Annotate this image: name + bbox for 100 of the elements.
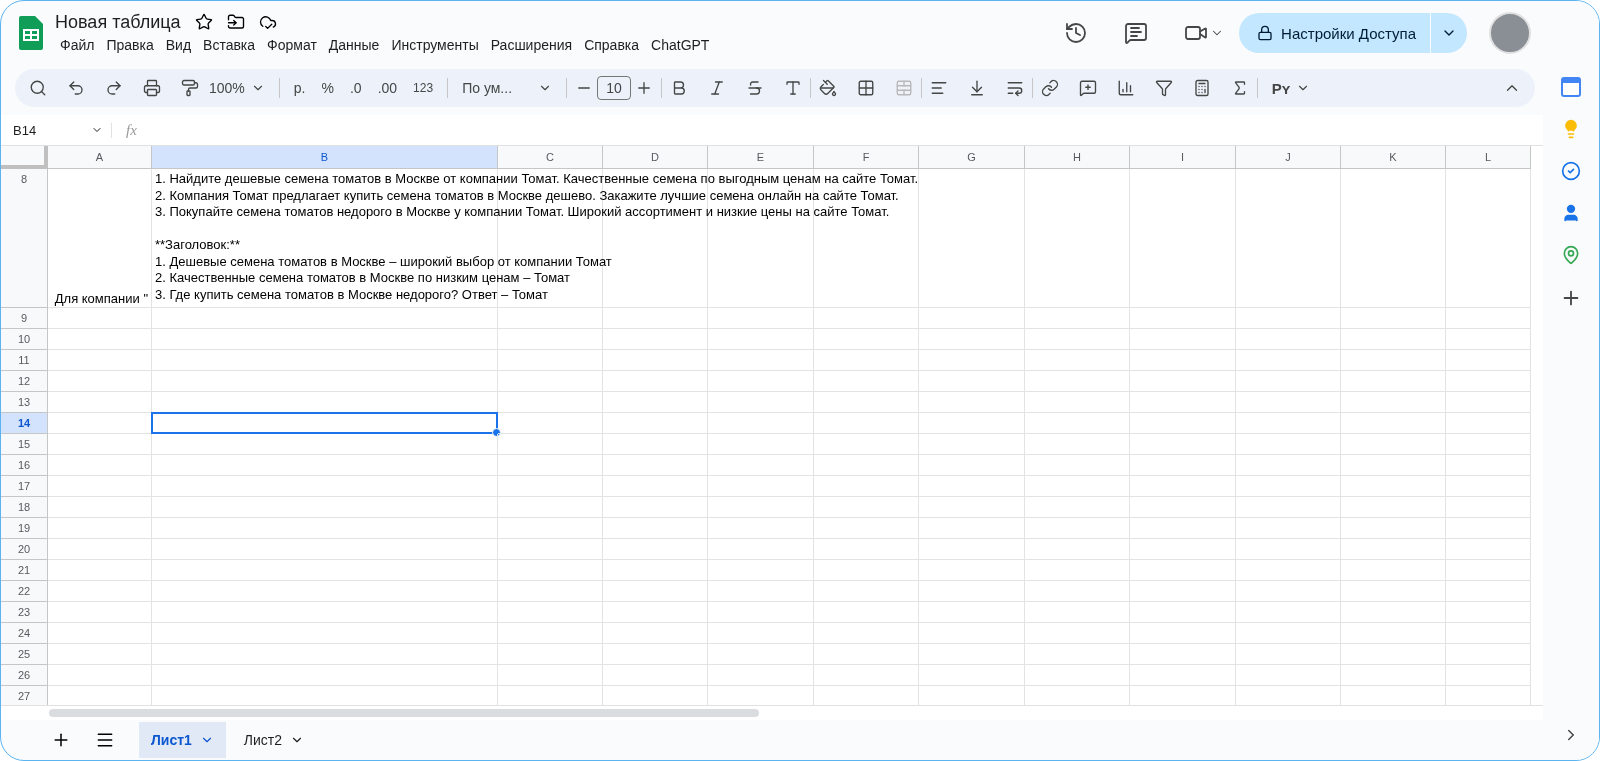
table-cell[interactable] (48, 392, 152, 413)
row-header[interactable]: 9 (1, 308, 48, 329)
table-cell[interactable] (603, 308, 708, 329)
table-cell[interactable] (1130, 476, 1236, 497)
table-cell[interactable] (1341, 623, 1446, 644)
table-cell[interactable] (1341, 476, 1446, 497)
move-folder-icon[interactable] (226, 13, 245, 31)
menu-item[interactable]: Правка (101, 34, 159, 55)
table-cell[interactable] (1025, 581, 1130, 602)
row-header[interactable]: 12 (1, 371, 48, 392)
table-cell[interactable] (603, 497, 708, 518)
column-header[interactable]: L (1446, 146, 1531, 169)
map-pin-icon[interactable] (1561, 245, 1581, 265)
table-cell[interactable] (498, 434, 603, 455)
table-cell[interactable] (1025, 665, 1130, 686)
table-cell[interactable] (814, 476, 919, 497)
table-cell[interactable] (48, 518, 152, 539)
table-cell[interactable] (1130, 455, 1236, 476)
table-cell[interactable] (1130, 308, 1236, 329)
table-cell[interactable] (1341, 581, 1446, 602)
table-cell[interactable] (1025, 169, 1130, 308)
table-cell[interactable] (708, 350, 814, 371)
table-cell[interactable] (1236, 329, 1341, 350)
table-cell[interactable] (48, 350, 152, 371)
table-cell[interactable] (498, 329, 603, 350)
menu-item[interactable]: Расширения (485, 34, 578, 55)
table-cell[interactable] (1341, 518, 1446, 539)
table-cell[interactable] (1025, 455, 1130, 476)
table-cell[interactable] (1341, 644, 1446, 665)
redo-icon[interactable] (105, 79, 123, 97)
table-cell[interactable] (1236, 413, 1341, 434)
table-cell[interactable] (152, 539, 498, 560)
paint-format-icon[interactable] (181, 79, 199, 97)
table-cell[interactable] (152, 350, 498, 371)
table-cell[interactable] (708, 308, 814, 329)
table-cell[interactable] (603, 539, 708, 560)
column-header[interactable]: J (1236, 146, 1341, 169)
row-header[interactable]: 26 (1, 665, 48, 686)
table-cell[interactable] (48, 581, 152, 602)
table-cell[interactable] (814, 539, 919, 560)
table-cell[interactable] (152, 602, 498, 623)
table-cell[interactable] (48, 623, 152, 644)
table-cell[interactable] (1236, 308, 1341, 329)
column-header[interactable]: K (1341, 146, 1446, 169)
table-cell[interactable] (814, 434, 919, 455)
row-header[interactable]: 17 (1, 476, 48, 497)
merge-cells-icon[interactable] (894, 79, 913, 97)
table-cell[interactable] (498, 308, 603, 329)
column-header[interactable]: E (708, 146, 814, 169)
table-cell[interactable] (1236, 665, 1341, 686)
menu-item[interactable]: Справка (579, 34, 645, 55)
table-cell[interactable] (814, 329, 919, 350)
table-cell[interactable] (814, 497, 919, 518)
row-header[interactable]: 25 (1, 644, 48, 665)
table-cell[interactable] (152, 581, 498, 602)
table-cell[interactable] (603, 644, 708, 665)
table-cell[interactable] (708, 413, 814, 434)
table-cell[interactable] (1130, 392, 1236, 413)
table-cell[interactable] (1446, 455, 1531, 476)
table-cell[interactable] (814, 350, 919, 371)
table-cell[interactable] (1130, 581, 1236, 602)
table-cell[interactable] (603, 623, 708, 644)
horizontal-scrollbar[interactable] (49, 709, 759, 717)
table-cell[interactable] (1236, 518, 1341, 539)
table-cell[interactable] (919, 350, 1025, 371)
row-header[interactable]: 8 (1, 169, 48, 308)
chart-icon[interactable] (1116, 79, 1135, 97)
menu-item[interactable]: Вид (160, 34, 197, 55)
table-cell[interactable] (919, 308, 1025, 329)
table-cell[interactable] (152, 665, 498, 686)
table-cell[interactable] (708, 560, 814, 581)
table-cell[interactable] (603, 434, 708, 455)
table-cell[interactable] (1025, 518, 1130, 539)
table-cell[interactable] (1341, 602, 1446, 623)
table-cell[interactable] (1025, 602, 1130, 623)
row-header[interactable]: 18 (1, 497, 48, 518)
table-cell[interactable] (1236, 350, 1341, 371)
table-cell[interactable] (498, 539, 603, 560)
table-cell[interactable] (708, 497, 814, 518)
table-cell[interactable] (152, 560, 498, 581)
align-left-icon[interactable] (929, 79, 948, 97)
table-cell[interactable] (814, 665, 919, 686)
search-icon[interactable] (29, 79, 47, 97)
table-cell[interactable] (48, 539, 152, 560)
table-cell[interactable] (1130, 644, 1236, 665)
table-cell[interactable] (919, 518, 1025, 539)
table-cell[interactable] (498, 413, 603, 434)
selected-cell[interactable] (152, 413, 498, 434)
table-cell[interactable] (1025, 623, 1130, 644)
table-cell[interactable] (814, 518, 919, 539)
table-cell[interactable] (919, 623, 1025, 644)
table-cell[interactable] (1341, 392, 1446, 413)
table-cell[interactable] (152, 518, 498, 539)
table-cell[interactable] (1025, 497, 1130, 518)
table-cell[interactable] (1130, 497, 1236, 518)
table-cell[interactable] (1236, 539, 1341, 560)
table-cell[interactable] (1446, 476, 1531, 497)
font-size-field[interactable]: 10 (597, 76, 631, 100)
table-cell[interactable] (152, 497, 498, 518)
row-header[interactable]: 19 (1, 518, 48, 539)
